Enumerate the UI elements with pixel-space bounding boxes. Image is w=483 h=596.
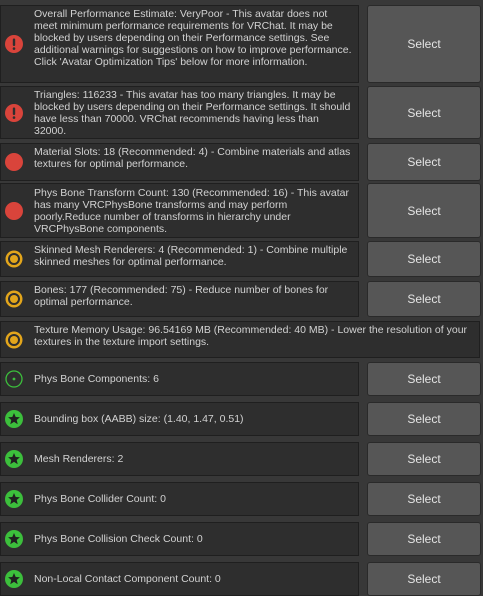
validation-message-text: Phys Bone Collision Check Count: 0: [34, 533, 203, 545]
select-button[interactable]: Select: [367, 442, 481, 476]
select-button[interactable]: Select: [367, 143, 481, 181]
warning-circle-icon: [5, 290, 23, 308]
validation-message-box: Triangles: 116233 - This avatar has too …: [0, 86, 359, 139]
select-button[interactable]: Select: [367, 562, 481, 596]
select-button[interactable]: Select: [367, 482, 481, 516]
validation-item: Bounding box (AABB) size: (1.40, 1.47, 0…: [0, 402, 483, 436]
validation-message-text: Overall Performance Estimate: VeryPoor -…: [34, 8, 352, 68]
select-button[interactable]: Select: [367, 86, 481, 139]
validation-message-text: Non-Local Contact Component Count: 0: [34, 573, 221, 585]
red-circle-icon: [5, 153, 23, 171]
validation-message-text: Triangles: 116233 - This avatar has too …: [34, 89, 351, 137]
validation-message-box: Texture Memory Usage: 96.54169 MB (Recom…: [0, 321, 480, 358]
green-star-icon: [5, 490, 23, 508]
validation-message-box: Bounding box (AABB) size: (1.40, 1.47, 0…: [0, 402, 359, 436]
validation-message-box: Phys Bone Transform Count: 130 (Recommen…: [0, 183, 359, 238]
validation-item: Phys Bone Transform Count: 130 (Recommen…: [0, 183, 483, 238]
validation-message-text: Phys Bone Collider Count: 0: [34, 493, 166, 505]
validation-item: Bones: 177 (Recommended: 75) - Reduce nu…: [0, 281, 483, 317]
validation-message-box: Phys Bone Components: 6: [0, 362, 359, 396]
validation-message-text: Phys Bone Components: 6: [34, 373, 159, 385]
select-button[interactable]: Select: [367, 362, 481, 396]
warning-circle-icon: [5, 250, 23, 268]
green-star-icon: [5, 450, 23, 468]
select-button[interactable]: Select: [367, 183, 481, 238]
validation-message-text: Phys Bone Transform Count: 130 (Recommen…: [34, 187, 349, 235]
validation-message-text: Material Slots: 18 (Recommended: 4) - Co…: [34, 146, 351, 170]
validation-message-text: Skinned Mesh Renderers: 4 (Recommended: …: [34, 244, 348, 268]
validation-message-box: Non-Local Contact Component Count: 0: [0, 562, 359, 596]
validation-message-box: Material Slots: 18 (Recommended: 4) - Co…: [0, 143, 359, 181]
select-button[interactable]: Select: [367, 5, 481, 83]
red-circle-icon: [5, 201, 23, 220]
validation-item: Phys Bone Collision Check Count: 0 Select: [0, 522, 483, 556]
validation-item: Phys Bone Collider Count: 0 Select: [0, 482, 483, 516]
error-exclamation-icon: [5, 103, 23, 122]
validation-item: Texture Memory Usage: 96.54169 MB (Recom…: [0, 321, 483, 358]
green-star-icon: [5, 410, 23, 428]
validation-message-box: Overall Performance Estimate: VeryPoor -…: [0, 5, 359, 83]
validation-item: Overall Performance Estimate: VeryPoor -…: [0, 5, 483, 83]
validation-message-text: Bounding box (AABB) size: (1.40, 1.47, 0…: [34, 413, 244, 425]
green-star-icon: [5, 530, 23, 548]
info-ring-icon: [5, 370, 23, 388]
select-button[interactable]: Select: [367, 522, 481, 556]
validation-message-text: Texture Memory Usage: 96.54169 MB (Recom…: [34, 324, 468, 348]
select-button[interactable]: Select: [367, 281, 481, 317]
validation-item: Material Slots: 18 (Recommended: 4) - Co…: [0, 143, 483, 181]
warning-circle-icon: [5, 331, 23, 349]
select-button[interactable]: Select: [367, 402, 481, 436]
green-star-icon: [5, 570, 23, 588]
validation-item: Phys Bone Components: 6 Select: [0, 362, 483, 396]
validation-item: Mesh Renderers: 2 Select: [0, 442, 483, 476]
validation-item: Non-Local Contact Component Count: 0 Sele…: [0, 562, 483, 596]
validation-message-box: Skinned Mesh Renderers: 4 (Recommended: …: [0, 241, 359, 277]
validation-item: Triangles: 116233 - This avatar has too …: [0, 86, 483, 139]
validation-item: Skinned Mesh Renderers: 4 (Recommended: …: [0, 241, 483, 277]
validation-message-box: Phys Bone Collision Check Count: 0: [0, 522, 359, 556]
validation-message-box: Phys Bone Collider Count: 0: [0, 482, 359, 516]
validation-message-text: Mesh Renderers: 2: [34, 453, 124, 465]
validation-message-box: Bones: 177 (Recommended: 75) - Reduce nu…: [0, 281, 359, 317]
validation-message-box: Mesh Renderers: 2: [0, 442, 359, 476]
validation-message-text: Bones: 177 (Recommended: 75) - Reduce nu…: [34, 284, 329, 308]
select-button[interactable]: Select: [367, 241, 481, 277]
error-exclamation-icon: [5, 35, 23, 53]
